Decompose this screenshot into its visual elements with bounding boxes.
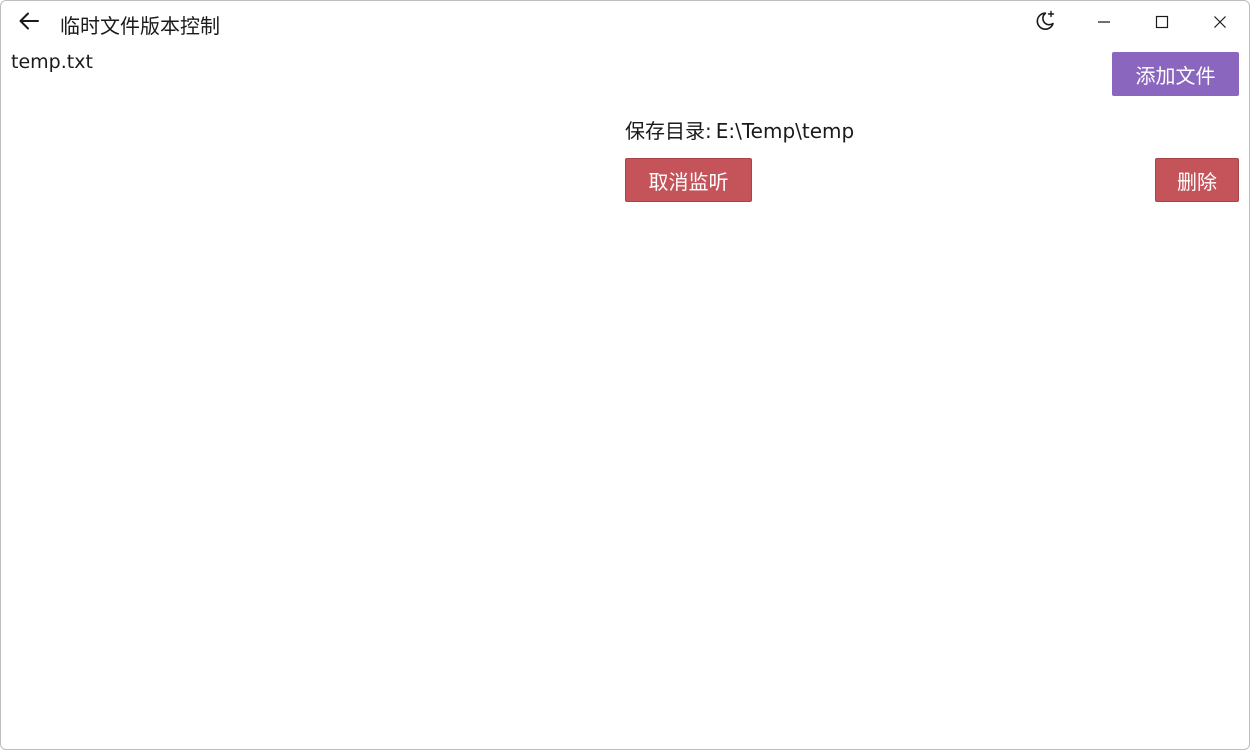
theme-toggle-button[interactable] <box>1027 7 1063 39</box>
close-icon <box>1213 14 1227 33</box>
app-window: 临时文件版本控制 temp.txt 添加文件 保存目录: E:\Temp\tem… <box>0 0 1250 750</box>
moon-sparkle-icon <box>1033 9 1057 37</box>
arrow-left-icon <box>17 9 41 37</box>
file-list: temp.txt <box>1 49 601 739</box>
minimize-icon <box>1097 14 1111 33</box>
save-directory-value: E:\Temp\temp <box>715 119 855 143</box>
save-directory: 保存目录: E:\Temp\temp <box>625 115 854 144</box>
file-list-item[interactable]: temp.txt <box>11 51 93 73</box>
maximize-icon <box>1155 14 1169 33</box>
add-file-button[interactable]: 添加文件 <box>1112 52 1239 96</box>
save-directory-label: 保存目录: <box>625 119 712 143</box>
close-button[interactable] <box>1191 1 1249 45</box>
cancel-watch-button[interactable]: 取消监听 <box>625 158 752 202</box>
delete-button[interactable]: 删除 <box>1155 158 1239 202</box>
maximize-button[interactable] <box>1133 1 1191 45</box>
back-button[interactable] <box>11 7 47 39</box>
minimize-button[interactable] <box>1075 1 1133 45</box>
title-bar: 临时文件版本控制 <box>1 1 1249 45</box>
window-title: 临时文件版本控制 <box>60 14 220 38</box>
